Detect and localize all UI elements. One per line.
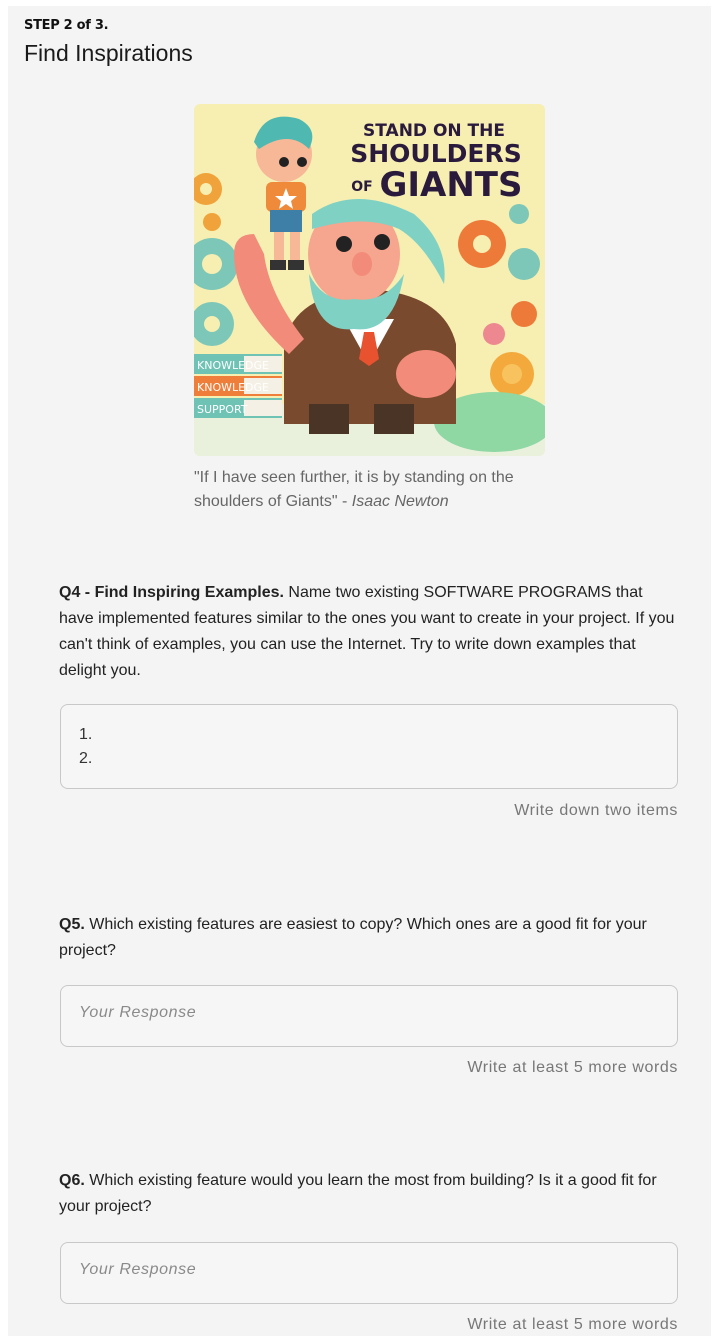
q5-title: Q5. [59,916,85,933]
q5-input[interactable]: Your Response [60,985,678,1047]
q6-helper-text: Write at least 5 more words [467,1316,678,1333]
q6-text: Which existing feature would you learn t… [59,1172,657,1215]
q4-helper-text: Write down two items [514,802,678,819]
q4-line-1: 1. [79,726,93,743]
book-label: KNOWLEDGE [197,381,269,394]
book-label: SUPPORT [197,403,248,416]
book-label: KNOWLEDGE [197,359,269,372]
q5-placeholder: Your Response [79,1004,197,1021]
step-title: Find Inspirations [24,40,193,66]
hero-heading-line3: GIANTS [379,165,522,205]
hero-heading-of: OF [351,179,372,195]
q6-input[interactable]: Your Response [60,1242,678,1304]
hero-heading-line2: SHOULDERS [350,139,522,168]
q6-title: Q6. [59,1172,85,1189]
quote: "If I have seen further, it is by standi… [194,466,554,514]
step-label: STEP 2 of 3. [24,18,109,33]
q6-placeholder: Your Response [79,1261,197,1278]
q6-prompt: Q6. Which existing feature would you lea… [59,1168,679,1220]
hero-heading-line1: STAND ON THE [363,121,505,141]
q4-line-2: 2. [79,750,93,767]
q4-textarea[interactable]: 1. 2. [60,704,678,789]
q5-prompt: Q5. Which existing features are easiest … [59,912,679,964]
hero-illustration: STAND ON THE SHOULDERS OF GIANTS KNOWLED… [194,104,545,456]
step-panel: STEP 2 of 3. Find Inspirations STAND ON … [8,6,711,1336]
q4-title: Q4 - Find Inspiring Examples. [59,584,284,601]
q5-helper-text: Write at least 5 more words [467,1059,678,1076]
q5-text: Which existing features are easiest to c… [59,916,647,959]
quote-author: Isaac Newton [351,493,449,510]
q4-prompt: Q4 - Find Inspiring Examples. Name two e… [59,580,679,684]
